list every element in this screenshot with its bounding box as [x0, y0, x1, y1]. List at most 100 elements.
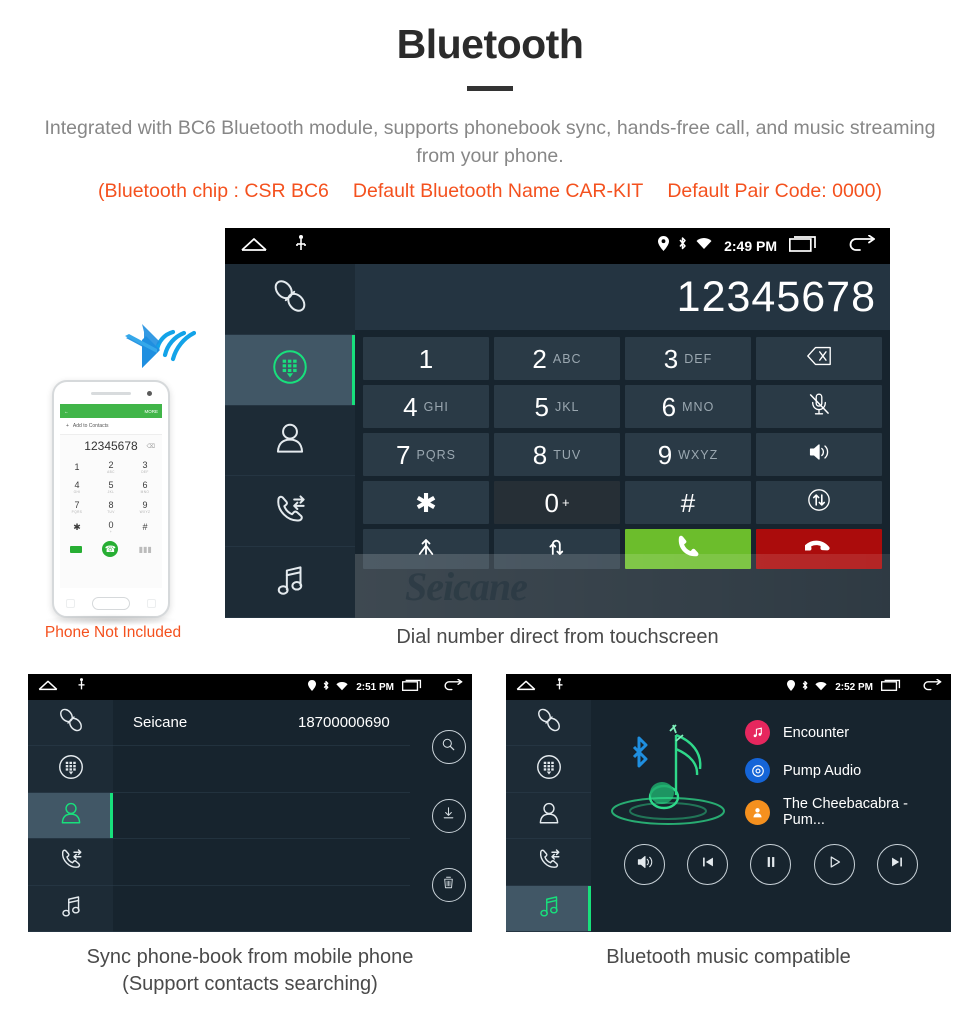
track-info-row: The Cheebacabra - Pum... [745, 796, 951, 828]
sidebar-item-contact[interactable] [506, 793, 591, 840]
key-hash[interactable]: # [625, 481, 751, 524]
key-digit: # [680, 487, 696, 518]
previous-track-button[interactable] [687, 844, 729, 885]
table-row[interactable]: Seicane 18700000690 [113, 700, 410, 747]
phone-key-digit: ✱ [73, 521, 81, 532]
home-icon[interactable] [239, 236, 269, 257]
speaker-button[interactable] [624, 844, 666, 885]
spec-chip: (Bluetooth chip : CSR BC6 [98, 180, 329, 203]
phone-key: 6 MNO [128, 477, 162, 497]
pause-button[interactable] [750, 844, 792, 885]
back-icon[interactable] [442, 678, 463, 696]
next-track-button[interactable] [876, 844, 918, 885]
key-2[interactable]: 2 ABC [494, 337, 620, 380]
download-icon [439, 804, 458, 828]
phone-backspace-icon: ⌫ [146, 443, 155, 450]
key-3[interactable]: 3 DEF [625, 337, 751, 380]
music-controls [591, 834, 951, 885]
call-history-icon [534, 844, 564, 879]
sidebar-item-call-history[interactable] [506, 839, 591, 886]
key-digit: 5 [534, 391, 549, 422]
sidebar-item-call-history[interactable] [225, 476, 355, 548]
search-icon [439, 735, 458, 759]
sidebar-item-link[interactable] [225, 264, 355, 335]
key-4[interactable]: 4 GHI [363, 385, 489, 428]
merge-call-icon[interactable] [363, 529, 489, 569]
contact-number: 18700000690 [298, 714, 390, 732]
dialer-statusbar: 2:49 PM [225, 228, 890, 264]
title-divider [467, 86, 513, 92]
key-0[interactable]: 0 + [494, 481, 620, 524]
watermark-text: Seicane [405, 564, 528, 609]
back-icon[interactable] [921, 678, 942, 696]
phone-more-label: MORE [144, 408, 159, 414]
spec-bt-name: Default Bluetooth Name CAR-KIT [352, 180, 644, 203]
home-icon[interactable] [37, 678, 59, 696]
key-7[interactable]: 7 PQRS [363, 433, 489, 476]
phone-keypad-toggle-icon: ▮▮▮ [138, 544, 152, 554]
phone-home-key [92, 597, 130, 610]
sidebar-item-music-note[interactable] [225, 547, 355, 618]
sidebar-item-link[interactable] [506, 700, 591, 747]
table-row[interactable] [113, 839, 410, 886]
key-star[interactable]: ✱ [363, 481, 489, 524]
sidebar-item-keypad[interactable] [225, 334, 355, 406]
music-sidebar [506, 700, 591, 932]
search-button[interactable] [431, 729, 466, 764]
play-button[interactable] [813, 844, 855, 885]
sidebar-item-contact[interactable] [225, 406, 355, 477]
phone-key-letters: JKL [107, 489, 115, 494]
key-1[interactable]: 1 [363, 337, 489, 380]
table-row[interactable] [113, 793, 410, 840]
recents-icon[interactable] [788, 235, 820, 257]
up-down-arrows-icon[interactable] [756, 481, 882, 524]
phone-screen: ← MORE + Add to Contacts 12345678 ⌫ 1 2 AB… [60, 404, 162, 588]
end-call-icon[interactable] [756, 529, 882, 569]
trash-button[interactable] [431, 868, 466, 903]
contacts-list: Seicane 18700000690 [113, 700, 410, 932]
download-button[interactable] [431, 798, 466, 833]
sidebar-item-music-note[interactable] [506, 885, 591, 932]
music-note-icon [269, 559, 311, 606]
key-8[interactable]: 8 TUV [494, 433, 620, 476]
key-digit: 7 [396, 439, 411, 470]
key-9[interactable]: 9 WXYZ [625, 433, 751, 476]
music-statusbar: 2:52 PM [506, 674, 951, 700]
key-5[interactable]: 5 JKL [494, 385, 620, 428]
music-caption: Bluetooth music compatible [606, 946, 851, 968]
phone-key: 2 ABC [94, 457, 128, 477]
key-6[interactable]: 6 MNO [625, 385, 751, 428]
phonebook-screen: 2:51 PM Seicane 18700000690 [28, 674, 472, 932]
phonebook-content: Seicane 18700000690 [113, 700, 472, 932]
mic-mute-icon[interactable] [756, 385, 882, 428]
contact-icon [269, 417, 311, 464]
key-letters: MNO [682, 399, 715, 414]
swap-call-icon[interactable] [494, 529, 620, 569]
up-down-arrows-icon [805, 486, 833, 519]
backspace-icon[interactable] [756, 337, 882, 380]
home-icon[interactable] [515, 678, 537, 696]
sidebar-item-link[interactable] [28, 700, 113, 747]
speaker-icon[interactable] [756, 433, 882, 476]
table-row[interactable] [113, 746, 410, 793]
back-icon[interactable] [846, 234, 876, 257]
album-badge-icon [745, 758, 770, 783]
key-letters: ABC [552, 351, 582, 366]
sidebar-item-keypad[interactable] [506, 746, 591, 793]
recents-icon[interactable] [401, 678, 424, 696]
answer-call-icon[interactable] [625, 529, 751, 569]
sidebar-item-music-note[interactable] [28, 886, 113, 932]
answer-call-icon-glyph [674, 533, 702, 566]
recents-icon[interactable] [880, 678, 903, 696]
sidebar-item-call-history[interactable] [28, 839, 113, 886]
table-row[interactable] [113, 886, 410, 932]
key-digit: 2 [532, 343, 547, 374]
phone-back-key [147, 599, 156, 608]
track-info-text: The Cheebacabra - Pum... [783, 796, 908, 828]
sidebar-item-keypad[interactable] [28, 746, 113, 793]
sidebar-item-contact[interactable] [28, 792, 113, 840]
phonebook-caption: Sync phone-book from mobile phone (Suppo… [28, 944, 472, 998]
key-letters: TUV [553, 447, 582, 462]
contact-name: Seicane [133, 714, 188, 732]
clock-label: 2:52 PM [835, 681, 873, 693]
